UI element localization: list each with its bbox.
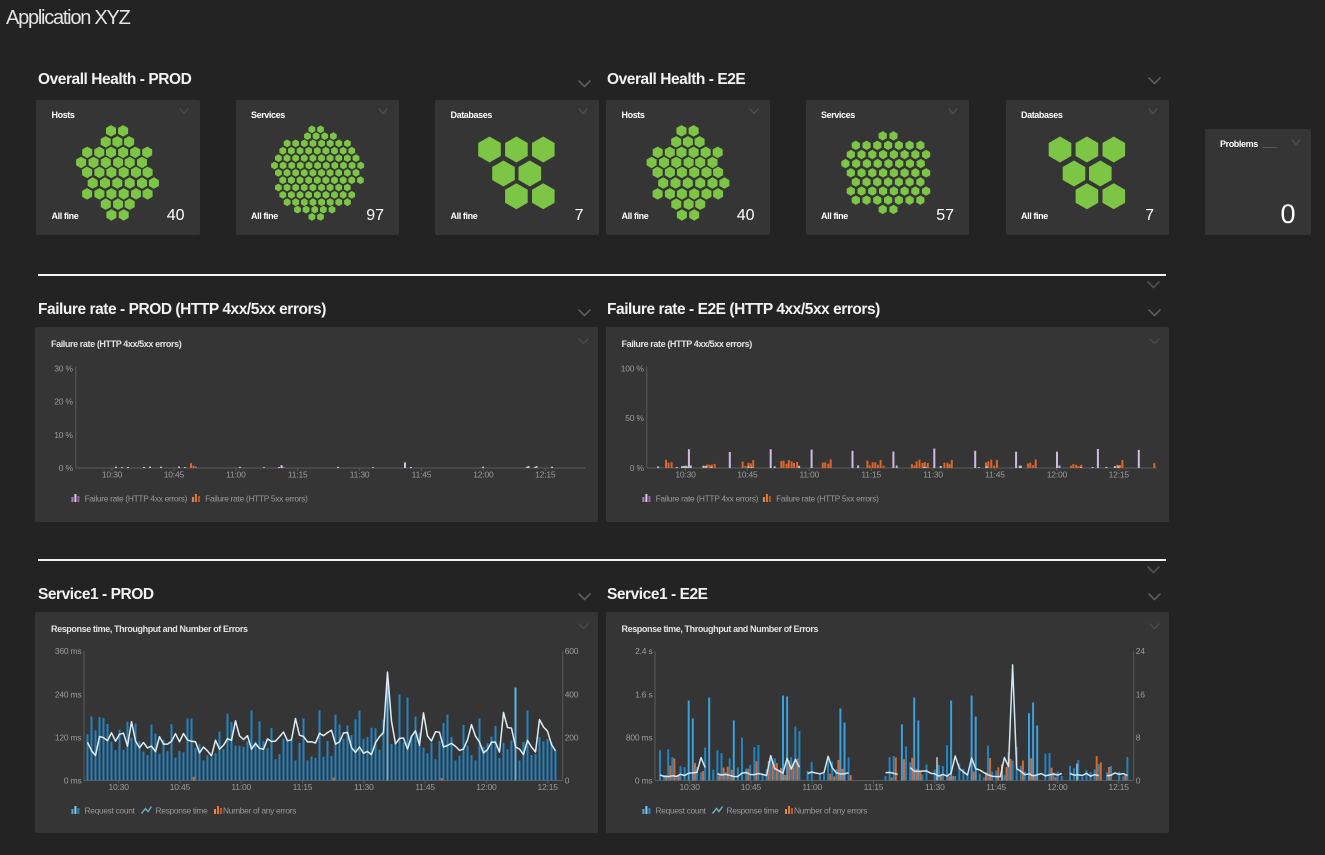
svg-text:11:00: 11:00 bbox=[802, 782, 822, 792]
svg-text:11:00: 11:00 bbox=[799, 469, 819, 479]
svg-text:10:30: 10:30 bbox=[675, 469, 696, 479]
svg-text:11:15: 11:15 bbox=[288, 469, 308, 479]
svg-text:11:00: 11:00 bbox=[226, 469, 246, 479]
svg-text:1.6 s: 1.6 s bbox=[635, 689, 652, 699]
svg-text:12:15: 12:15 bbox=[535, 469, 556, 479]
svg-text:11:30: 11:30 bbox=[923, 469, 943, 479]
svg-text:Request count: Request count bbox=[655, 805, 706, 815]
svg-text:10 %: 10 % bbox=[54, 429, 73, 439]
svg-text:11:15: 11:15 bbox=[293, 782, 313, 792]
svg-text:10:30: 10:30 bbox=[102, 469, 123, 479]
svg-text:11:30: 11:30 bbox=[924, 782, 944, 792]
svg-text:50 %: 50 % bbox=[625, 413, 644, 423]
svg-text:Failure rate (HTTP 4xx errors): Failure rate (HTTP 4xx errors) bbox=[85, 493, 188, 503]
svg-text:0: 0 bbox=[565, 775, 570, 785]
svg-text:24: 24 bbox=[1135, 646, 1145, 656]
svg-text:Number of any errors: Number of any errors bbox=[223, 805, 296, 815]
svg-text:Failure rate (HTTP 4xx errors): Failure rate (HTTP 4xx errors) bbox=[655, 493, 758, 503]
svg-text:12:15: 12:15 bbox=[1108, 469, 1129, 479]
svg-text:10:45: 10:45 bbox=[170, 782, 191, 792]
svg-text:0 ms: 0 ms bbox=[64, 775, 82, 785]
svg-text:120 ms: 120 ms bbox=[55, 732, 82, 742]
svg-text:800 ms: 800 ms bbox=[625, 732, 652, 742]
svg-text:100 %: 100 % bbox=[620, 363, 644, 373]
svg-text:Failure rate (HTTP 5xx errors): Failure rate (HTTP 5xx errors) bbox=[205, 493, 308, 503]
svg-text:0 %: 0 % bbox=[629, 463, 644, 473]
svg-text:600: 600 bbox=[565, 646, 579, 656]
svg-text:Request count: Request count bbox=[85, 805, 136, 815]
svg-text:2.4 s: 2.4 s bbox=[635, 646, 652, 656]
svg-text:11:15: 11:15 bbox=[863, 782, 883, 792]
svg-text:11:45: 11:45 bbox=[412, 469, 432, 479]
svg-text:11:30: 11:30 bbox=[350, 469, 370, 479]
svg-text:16: 16 bbox=[1135, 689, 1145, 699]
svg-text:0 ms: 0 ms bbox=[634, 775, 652, 785]
svg-text:20 %: 20 % bbox=[54, 396, 73, 406]
svg-text:12:00: 12:00 bbox=[1046, 469, 1067, 479]
svg-text:Response time: Response time bbox=[156, 805, 209, 815]
svg-text:400: 400 bbox=[565, 689, 579, 699]
svg-text:12:15: 12:15 bbox=[1108, 782, 1129, 792]
svg-text:10:30: 10:30 bbox=[679, 782, 700, 792]
svg-text:0 %: 0 % bbox=[59, 463, 74, 473]
svg-text:240 ms: 240 ms bbox=[55, 689, 82, 699]
svg-text:11:45: 11:45 bbox=[986, 782, 1006, 792]
svg-text:12:15: 12:15 bbox=[538, 782, 559, 792]
svg-text:11:30: 11:30 bbox=[354, 782, 374, 792]
svg-text:0: 0 bbox=[1135, 775, 1140, 785]
svg-text:200: 200 bbox=[565, 732, 579, 742]
svg-text:11:15: 11:15 bbox=[861, 469, 881, 479]
svg-text:10:45: 10:45 bbox=[164, 469, 185, 479]
svg-text:30 %: 30 % bbox=[54, 363, 73, 373]
svg-text:360 ms: 360 ms bbox=[55, 646, 82, 656]
svg-text:Number of any errors: Number of any errors bbox=[794, 805, 867, 815]
svg-text:11:00: 11:00 bbox=[231, 782, 251, 792]
svg-text:12:00: 12:00 bbox=[1047, 782, 1068, 792]
svg-text:Response time: Response time bbox=[726, 805, 779, 815]
svg-text:12:00: 12:00 bbox=[473, 469, 494, 479]
svg-text:8: 8 bbox=[1135, 732, 1140, 742]
svg-text:11:45: 11:45 bbox=[415, 782, 435, 792]
svg-text:Failure rate (HTTP 5xx errors): Failure rate (HTTP 5xx errors) bbox=[776, 493, 879, 503]
svg-text:11:45: 11:45 bbox=[985, 469, 1005, 479]
svg-text:10:45: 10:45 bbox=[737, 469, 758, 479]
svg-text:10:30: 10:30 bbox=[108, 782, 129, 792]
svg-text:10:45: 10:45 bbox=[740, 782, 761, 792]
svg-text:12:00: 12:00 bbox=[476, 782, 497, 792]
